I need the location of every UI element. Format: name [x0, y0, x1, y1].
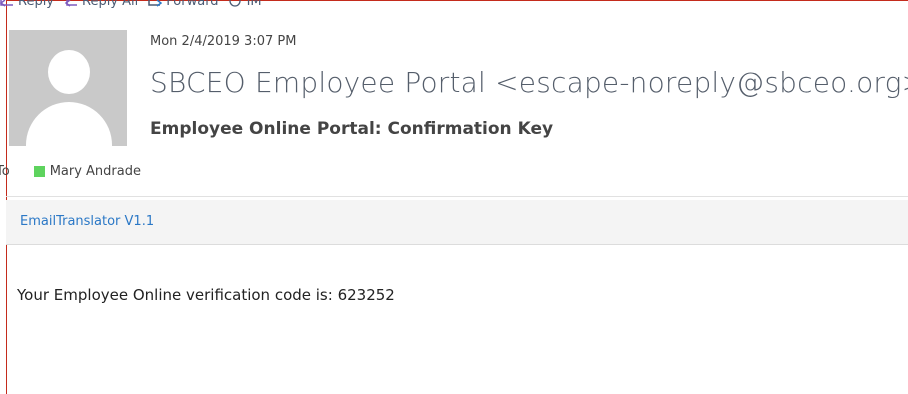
message-date: Mon 2/4/2019 3:07 PM — [150, 34, 297, 49]
recipients-row: To Mary Andrade — [0, 160, 141, 182]
message-body: Your Employee Online verification code i… — [17, 286, 395, 304]
addin-bar: EmailTranslator V1.1 — [6, 200, 908, 245]
avatar-shoulders-shape — [26, 102, 112, 146]
recipient-name[interactable]: Mary Andrade — [50, 164, 141, 179]
reply-button[interactable]: Reply — [0, 0, 54, 9]
addin-email-translator-link[interactable]: EmailTranslator V1.1 — [20, 214, 154, 229]
reply-all-button[interactable]: Reply All — [64, 0, 138, 9]
reply-all-icon — [64, 0, 78, 7]
reply-all-label: Reply All — [82, 0, 139, 9]
im-label: IM — [246, 0, 262, 9]
forward-button[interactable]: Forward — [148, 0, 219, 9]
reply-icon — [0, 0, 13, 7]
to-label: To — [0, 163, 10, 179]
reply-label: Reply — [18, 0, 55, 9]
message-subject: Employee Online Portal: Confirmation Key — [150, 119, 554, 139]
im-button[interactable]: IM — [228, 0, 262, 9]
presence-indicator-icon — [33, 165, 45, 177]
sender-name[interactable]: SBCEO Employee Portal <escape-noreply@sb… — [150, 66, 908, 99]
sender-avatar — [9, 30, 127, 146]
message-toolbar: Reply Reply All Forward IM — [0, 0, 262, 11]
forward-label: Forward — [166, 0, 219, 9]
header-divider — [6, 196, 908, 197]
instant-message-icon — [228, 0, 241, 7]
avatar-head-shape — [48, 50, 90, 94]
forward-icon — [148, 0, 163, 7]
window-frame-left — [6, 0, 7, 394]
